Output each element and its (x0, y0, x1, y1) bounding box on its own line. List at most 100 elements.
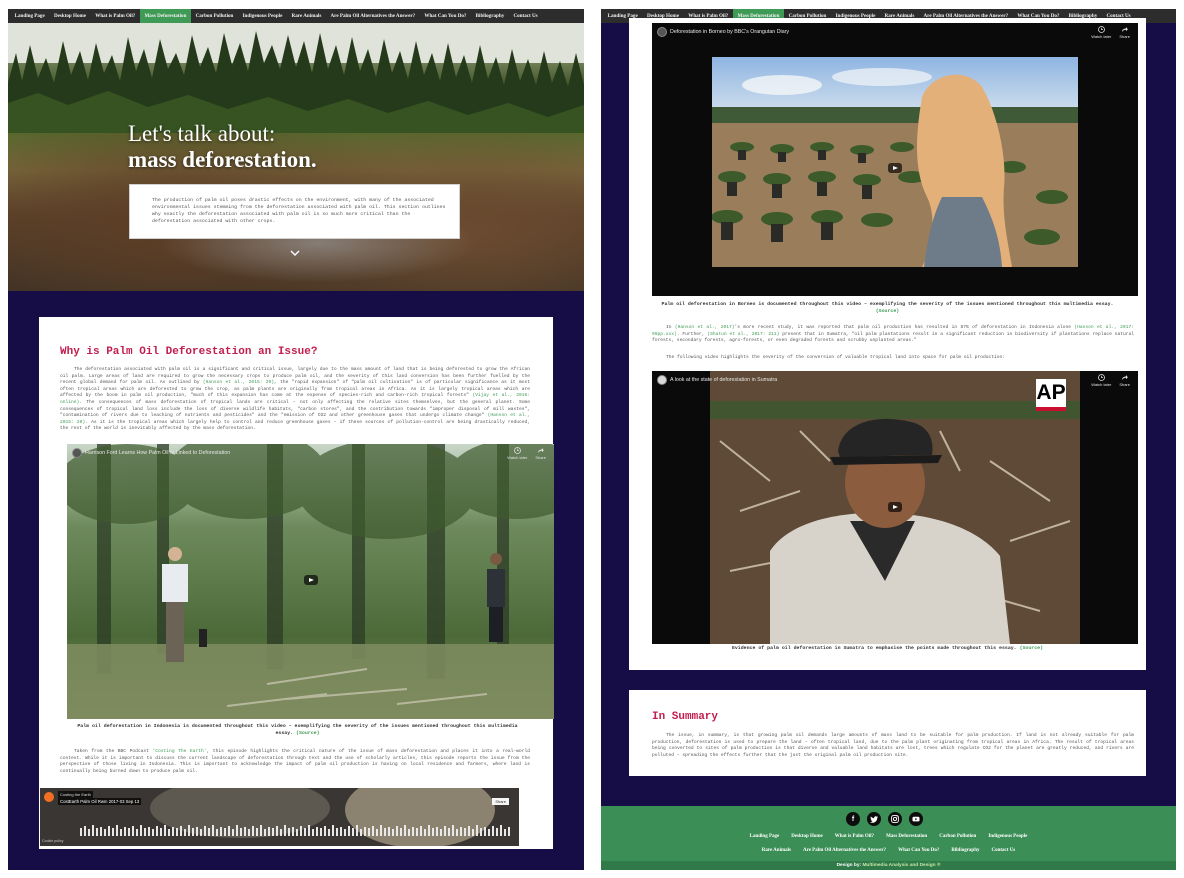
youtube-embed-harrison-ford[interactable]: Harrison Ford Learns How Palm Oil Is Lin… (67, 444, 554, 719)
watch-later-button[interactable]: Watch later (507, 447, 527, 460)
watch-later-label: Watch later (507, 455, 528, 460)
audio-track-name[interactable]: CostEarth Palm Oil Rwm 2017-03 Sep 13 (58, 798, 142, 805)
social-links: f (846, 812, 923, 826)
citation-link[interactable]: (Shatun et al., 2017: 211) (707, 332, 779, 337)
video-title[interactable]: Harrison Ford Learns How Palm Oil Is Lin… (85, 450, 230, 456)
video-caption: Palm oil deforestation in Indonesia is d… (69, 723, 526, 737)
chevron-down-icon[interactable] (289, 247, 301, 259)
audio-player-artwork (40, 788, 519, 846)
top-nav: Landing Page Desktop Home What is Palm O… (8, 9, 584, 23)
credit-link[interactable]: Multimedia Analysis and Design ® (862, 863, 940, 868)
instagram-icon[interactable] (888, 812, 902, 826)
para3-part-a: In (666, 325, 672, 330)
share-button[interactable]: Share (1119, 26, 1130, 39)
ap-logo: AP (1036, 379, 1066, 411)
footer-link-indigenous-people[interactable]: Indigenous People (982, 834, 1033, 839)
hero-title: Let's talk about: mass deforestation. (128, 121, 317, 173)
nav-mass-deforestation[interactable]: Mass Deforestation (139, 9, 191, 23)
share-button[interactable]: Share (535, 447, 546, 460)
caption-text: Palm oil deforestation in Borneo is docu… (661, 302, 1114, 307)
video-actions: Watch later Share (1091, 26, 1130, 39)
nav-alternatives[interactable]: Are Palm Oil Alternatives the Answer? (326, 9, 420, 23)
caption-text: Evidence of palm oil deforestation in Su… (731, 646, 1017, 651)
video-actions: Watch later Share (1091, 374, 1130, 387)
footer-link-landing-page[interactable]: Landing Page (744, 834, 786, 839)
video-title[interactable]: A look at the state of deforestation in … (670, 377, 777, 383)
watch-later-button[interactable]: Watch later (1091, 374, 1111, 387)
nav-rare-animals[interactable]: Rare Animals (287, 9, 326, 23)
podcast-paragraph: Taken from the BBC Podcast 'Costing The … (60, 749, 530, 775)
footer-link-desktop-home[interactable]: Desktop Home (785, 834, 829, 839)
cookie-policy-link[interactable]: Cookie policy (42, 839, 63, 843)
video-thumbnail-plantation (712, 57, 1078, 267)
nav-contact-us[interactable]: Contact Us (509, 9, 542, 23)
clock-icon (1097, 26, 1105, 33)
watch-later-label: Watch later (1091, 34, 1112, 39)
youtube-embed-borneo[interactable]: Deforestation in Borneo by BBC's Orangut… (652, 23, 1138, 296)
para1-part-d: . As it is the tropical areas which larg… (60, 419, 531, 432)
audio-title[interactable]: Costing the Earth (58, 791, 93, 798)
citation-link[interactable]: (Hanson et al., 2015: 20) (203, 380, 274, 385)
share-icon (1122, 27, 1128, 32)
nav-landing-page[interactable]: Landing Page (10, 9, 49, 23)
footer-link-rare-animals[interactable]: Rare Animals (756, 848, 797, 853)
summary-paragraph: The issue, in summary, is that growing p… (652, 733, 1134, 758)
hero-title-line2: mass deforestation. (128, 147, 317, 172)
footer-link-mass-deforestation[interactable]: Mass Deforestation (880, 834, 933, 839)
podcast-link[interactable]: 'Costing The Earth' (153, 749, 207, 754)
video-caption: Palm oil deforestation in Borneo is docu… (649, 301, 1126, 315)
youtube-icon[interactable] (909, 812, 923, 826)
para3-part-b: 's more recent study, it was reported th… (734, 325, 1071, 330)
footer-link-alternatives[interactable]: Are Palm Oil Alternatives the Answer? (797, 848, 892, 853)
twitter-icon[interactable] (867, 812, 881, 826)
share-icon (538, 448, 544, 453)
nav-bibliography[interactable]: Bibliography (471, 9, 509, 23)
share-label: Share (535, 455, 546, 460)
nav-what-is-palm-oil[interactable]: What is Palm Oil? (91, 9, 140, 23)
play-button[interactable] (304, 575, 318, 585)
footer-link-what-can-you-do[interactable]: What Can You Do? (892, 848, 945, 853)
forest-treeline-image (8, 23, 584, 133)
watch-later-button[interactable]: Watch later (1091, 26, 1111, 39)
footer-link-bibliography[interactable]: Bibliography (945, 848, 985, 853)
video-title[interactable]: Deforestation in Borneo by BBC's Orangut… (670, 29, 789, 35)
clock-icon (513, 447, 521, 454)
play-button[interactable] (888, 163, 902, 173)
source-link[interactable]: (Source) (296, 731, 319, 736)
facebook-icon[interactable]: f (846, 812, 860, 826)
watch-later-label: Watch later (1091, 382, 1112, 387)
nav-indigenous-people[interactable]: Indigenous People (238, 9, 287, 23)
credit-prefix: Design by: (836, 863, 862, 868)
channel-logo (657, 27, 667, 37)
hero-title-line1: Let's talk about: (128, 121, 276, 146)
audio-play-button[interactable] (44, 792, 54, 802)
footer-link-carbon-pollution[interactable]: Carbon Pollution (933, 834, 982, 839)
share-button[interactable]: Share (1119, 374, 1130, 387)
source-link[interactable]: (Source) (1020, 646, 1043, 651)
source-link[interactable]: (Source) (876, 309, 899, 314)
youtube-embed-ap-sumatra[interactable]: A look at the state of deforestation in … (652, 371, 1138, 644)
play-button[interactable] (888, 502, 902, 512)
study-paragraph: In (Hanson et al., 2017)'s more recent s… (652, 325, 1134, 345)
share-label: Share (1119, 34, 1130, 39)
instagram-glyph (891, 815, 899, 823)
footer-link-what-is-palm-oil[interactable]: What is Palm Oil? (829, 834, 880, 839)
hero-intro-box: The production of palm oil poses drastic… (129, 184, 460, 239)
citation-link[interactable]: (Hanson et al., 2017) (675, 325, 735, 330)
soundcloud-embed[interactable]: Costing the Earth CostEarth Palm Oil Rwm… (40, 788, 519, 846)
nav-carbon-pollution[interactable]: Carbon Pollution (191, 9, 238, 23)
summary-heading: In Summary (652, 711, 719, 723)
video-actions: Watch later Share (507, 447, 546, 460)
summary-card: In Summary The issue, in summary, is tha… (629, 690, 1146, 776)
para3-part-c: . Further, (676, 331, 705, 337)
intro-paragraph: The deforestation associated with palm o… (60, 367, 530, 433)
hero-intro-text: The production of palm oil poses drastic… (152, 198, 446, 224)
page-screenshot-top: Landing Page Desktop Home What is Palm O… (8, 9, 584, 870)
share-label: Share (1119, 382, 1130, 387)
audio-share-button[interactable]: Share (492, 798, 509, 805)
hero-banner: Let's talk about: mass deforestation. Th… (8, 23, 584, 291)
nav-desktop-home[interactable]: Desktop Home (49, 9, 90, 23)
nav-what-can-you-do[interactable]: What Can You Do? (420, 9, 471, 23)
footer-links-row2: Rare Animals Are Palm Oil Alternatives t… (601, 848, 1176, 853)
footer-link-contact-us[interactable]: Contact Us (986, 848, 1022, 853)
